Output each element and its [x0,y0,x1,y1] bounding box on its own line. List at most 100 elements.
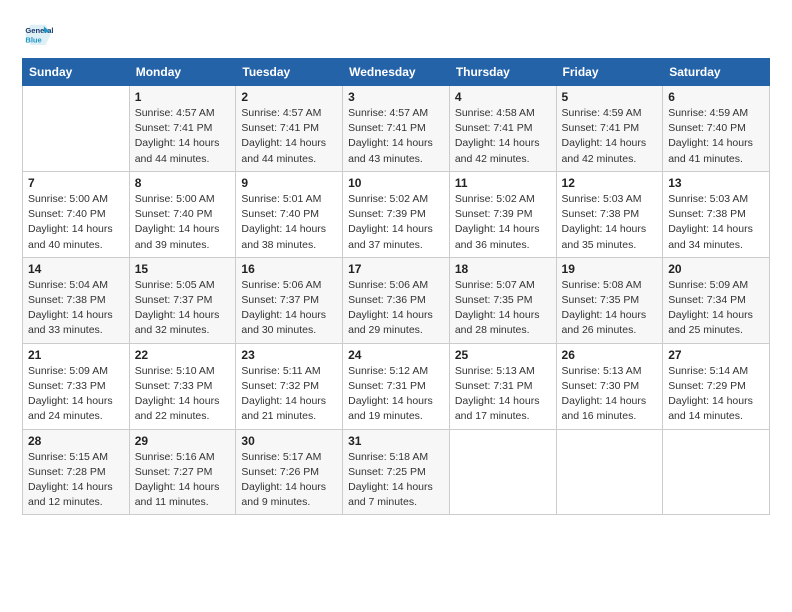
sunrise-text: Sunrise: 4:57 AM [135,107,215,119]
day-info: Sunrise: 5:07 AMSunset: 7:35 PMDaylight:… [455,278,551,339]
day-info: Sunrise: 5:02 AMSunset: 7:39 PMDaylight:… [455,192,551,253]
daylight-hours: Daylight: 14 hours [348,223,433,235]
day-info: Sunrise: 5:10 AMSunset: 7:33 PMDaylight:… [135,364,231,425]
daylight-hours: Daylight: 14 hours [28,309,113,321]
calendar-cell: 28Sunrise: 5:15 AMSunset: 7:28 PMDayligh… [23,429,130,515]
sunrise-text: Sunrise: 5:12 AM [348,365,428,377]
sunset-text: Sunset: 7:32 PM [241,380,319,392]
daylight-minutes: and 7 minutes. [348,496,417,508]
sunset-text: Sunset: 7:29 PM [668,380,746,392]
sunset-text: Sunset: 7:33 PM [28,380,106,392]
daylight-hours: Daylight: 14 hours [668,309,753,321]
sunset-text: Sunset: 7:41 PM [455,122,533,134]
day-info: Sunrise: 5:16 AMSunset: 7:27 PMDaylight:… [135,450,231,511]
calendar-table: SundayMondayTuesdayWednesdayThursdayFrid… [22,58,770,515]
daylight-minutes: and 42 minutes. [455,153,530,165]
daylight-minutes: and 9 minutes. [241,496,310,508]
daylight-hours: Daylight: 14 hours [135,481,220,493]
sunrise-text: Sunrise: 5:10 AM [135,365,215,377]
daylight-minutes: and 40 minutes. [28,239,103,251]
calendar-cell [449,429,556,515]
daylight-minutes: and 38 minutes. [241,239,316,251]
sunset-text: Sunset: 7:41 PM [348,122,426,134]
calendar-cell: 6Sunrise: 4:59 AMSunset: 7:40 PMDaylight… [663,86,770,172]
calendar-cell: 25Sunrise: 5:13 AMSunset: 7:31 PMDayligh… [449,343,556,429]
sunrise-text: Sunrise: 5:01 AM [241,193,321,205]
daylight-hours: Daylight: 14 hours [562,223,647,235]
sunset-text: Sunset: 7:40 PM [241,208,319,220]
daylight-hours: Daylight: 14 hours [135,137,220,149]
daylight-hours: Daylight: 14 hours [135,309,220,321]
calendar-cell: 22Sunrise: 5:10 AMSunset: 7:33 PMDayligh… [129,343,236,429]
sunrise-text: Sunrise: 4:59 AM [668,107,748,119]
sunrise-text: Sunrise: 5:15 AM [28,451,108,463]
daylight-minutes: and 35 minutes. [562,239,637,251]
day-info: Sunrise: 5:17 AMSunset: 7:26 PMDaylight:… [241,450,337,511]
sunrise-text: Sunrise: 5:06 AM [348,279,428,291]
daylight-hours: Daylight: 14 hours [455,309,540,321]
daylight-minutes: and 12 minutes. [28,496,103,508]
daylight-minutes: and 25 minutes. [668,324,743,336]
daylight-hours: Daylight: 14 hours [348,309,433,321]
day-info: Sunrise: 5:09 AMSunset: 7:34 PMDaylight:… [668,278,764,339]
sunset-text: Sunset: 7:37 PM [241,294,319,306]
calendar-cell: 21Sunrise: 5:09 AMSunset: 7:33 PMDayligh… [23,343,130,429]
calendar-cell: 8Sunrise: 5:00 AMSunset: 7:40 PMDaylight… [129,171,236,257]
calendar-cell: 27Sunrise: 5:14 AMSunset: 7:29 PMDayligh… [663,343,770,429]
weekday-header-monday: Monday [129,59,236,86]
calendar-week-3: 14 Sunrise: 5:04 AMSunset: 7:38 PMDayligh… [23,257,770,343]
daylight-minutes: and 36 minutes. [455,239,530,251]
day-info: Sunrise: 5:06 AMSunset: 7:37 PMDaylight:… [241,278,337,339]
day-number: 11 [455,176,551,190]
daylight-minutes: and 26 minutes. [562,324,637,336]
day-info: Sunrise: 4:59 AMSunset: 7:40 PMDaylight:… [668,106,764,167]
weekday-header-saturday: Saturday [663,59,770,86]
calendar-cell: 30 Sunrise: 5:17 AMSunset: 7:26 PMDayligh… [236,429,343,515]
calendar-cell: 19Sunrise: 5:08 AMSunset: 7:35 PMDayligh… [556,257,663,343]
svg-text:General: General [25,26,53,35]
day-number: 9 [241,176,337,190]
header: General Blue [22,18,770,50]
calendar-cell: 2Sunrise: 4:57 AMSunset: 7:41 PMDaylight… [236,86,343,172]
sunset-text: Sunset: 7:37 PM [135,294,213,306]
day-info: Sunrise: 5:04 AMSunset: 7:38 PMDaylight:… [28,278,124,339]
sunrise-text: Sunrise: 5:11 AM [241,365,320,377]
sunset-text: Sunset: 7:35 PM [562,294,640,306]
calendar-cell: 18Sunrise: 5:07 AMSunset: 7:35 PMDayligh… [449,257,556,343]
sunrise-text: Sunrise: 4:58 AM [455,107,535,119]
sunrise-text: Sunrise: 5:13 AM [562,365,642,377]
calendar-cell [23,86,130,172]
daylight-minutes: and 41 minutes. [668,153,743,165]
calendar-cell: 3Sunrise: 4:57 AMSunset: 7:41 PMDaylight… [343,86,450,172]
sunrise-text: Sunrise: 5:13 AM [455,365,535,377]
day-number: 13 [668,176,764,190]
daylight-minutes: and 30 minutes. [241,324,316,336]
calendar-cell: 5Sunrise: 4:59 AMSunset: 7:41 PMDaylight… [556,86,663,172]
weekday-header-wednesday: Wednesday [343,59,450,86]
sunrise-text: Sunrise: 5:05 AM [135,279,215,291]
daylight-hours: Daylight: 14 hours [241,309,326,321]
calendar-cell: 14 Sunrise: 5:04 AMSunset: 7:38 PMDayligh… [23,257,130,343]
calendar-cell: 4Sunrise: 4:58 AMSunset: 7:41 PMDaylight… [449,86,556,172]
calendar-week-4: 21Sunrise: 5:09 AMSunset: 7:33 PMDayligh… [23,343,770,429]
sunset-text: Sunset: 7:40 PM [28,208,106,220]
day-number: 30 [241,434,337,448]
day-info: Sunrise: 4:59 AMSunset: 7:41 PMDaylight:… [562,106,658,167]
day-number: 15 [135,262,231,276]
daylight-minutes: and 37 minutes. [348,239,423,251]
calendar-cell [663,429,770,515]
daylight-minutes: and 17 minutes. [455,410,530,422]
sunset-text: Sunset: 7:31 PM [455,380,533,392]
day-number: 7 [28,176,124,190]
sunset-text: Sunset: 7:31 PM [348,380,426,392]
daylight-minutes: and 42 minutes. [562,153,637,165]
sunset-text: Sunset: 7:25 PM [348,466,426,478]
weekday-header-tuesday: Tuesday [236,59,343,86]
sunrise-text: Sunrise: 5:09 AM [668,279,748,291]
day-number: 31 [348,434,444,448]
sunset-text: Sunset: 7:41 PM [562,122,640,134]
day-number: 3 [348,90,444,104]
calendar-week-5: 28Sunrise: 5:15 AMSunset: 7:28 PMDayligh… [23,429,770,515]
daylight-hours: Daylight: 14 hours [455,137,540,149]
day-number: 14 [28,262,124,276]
